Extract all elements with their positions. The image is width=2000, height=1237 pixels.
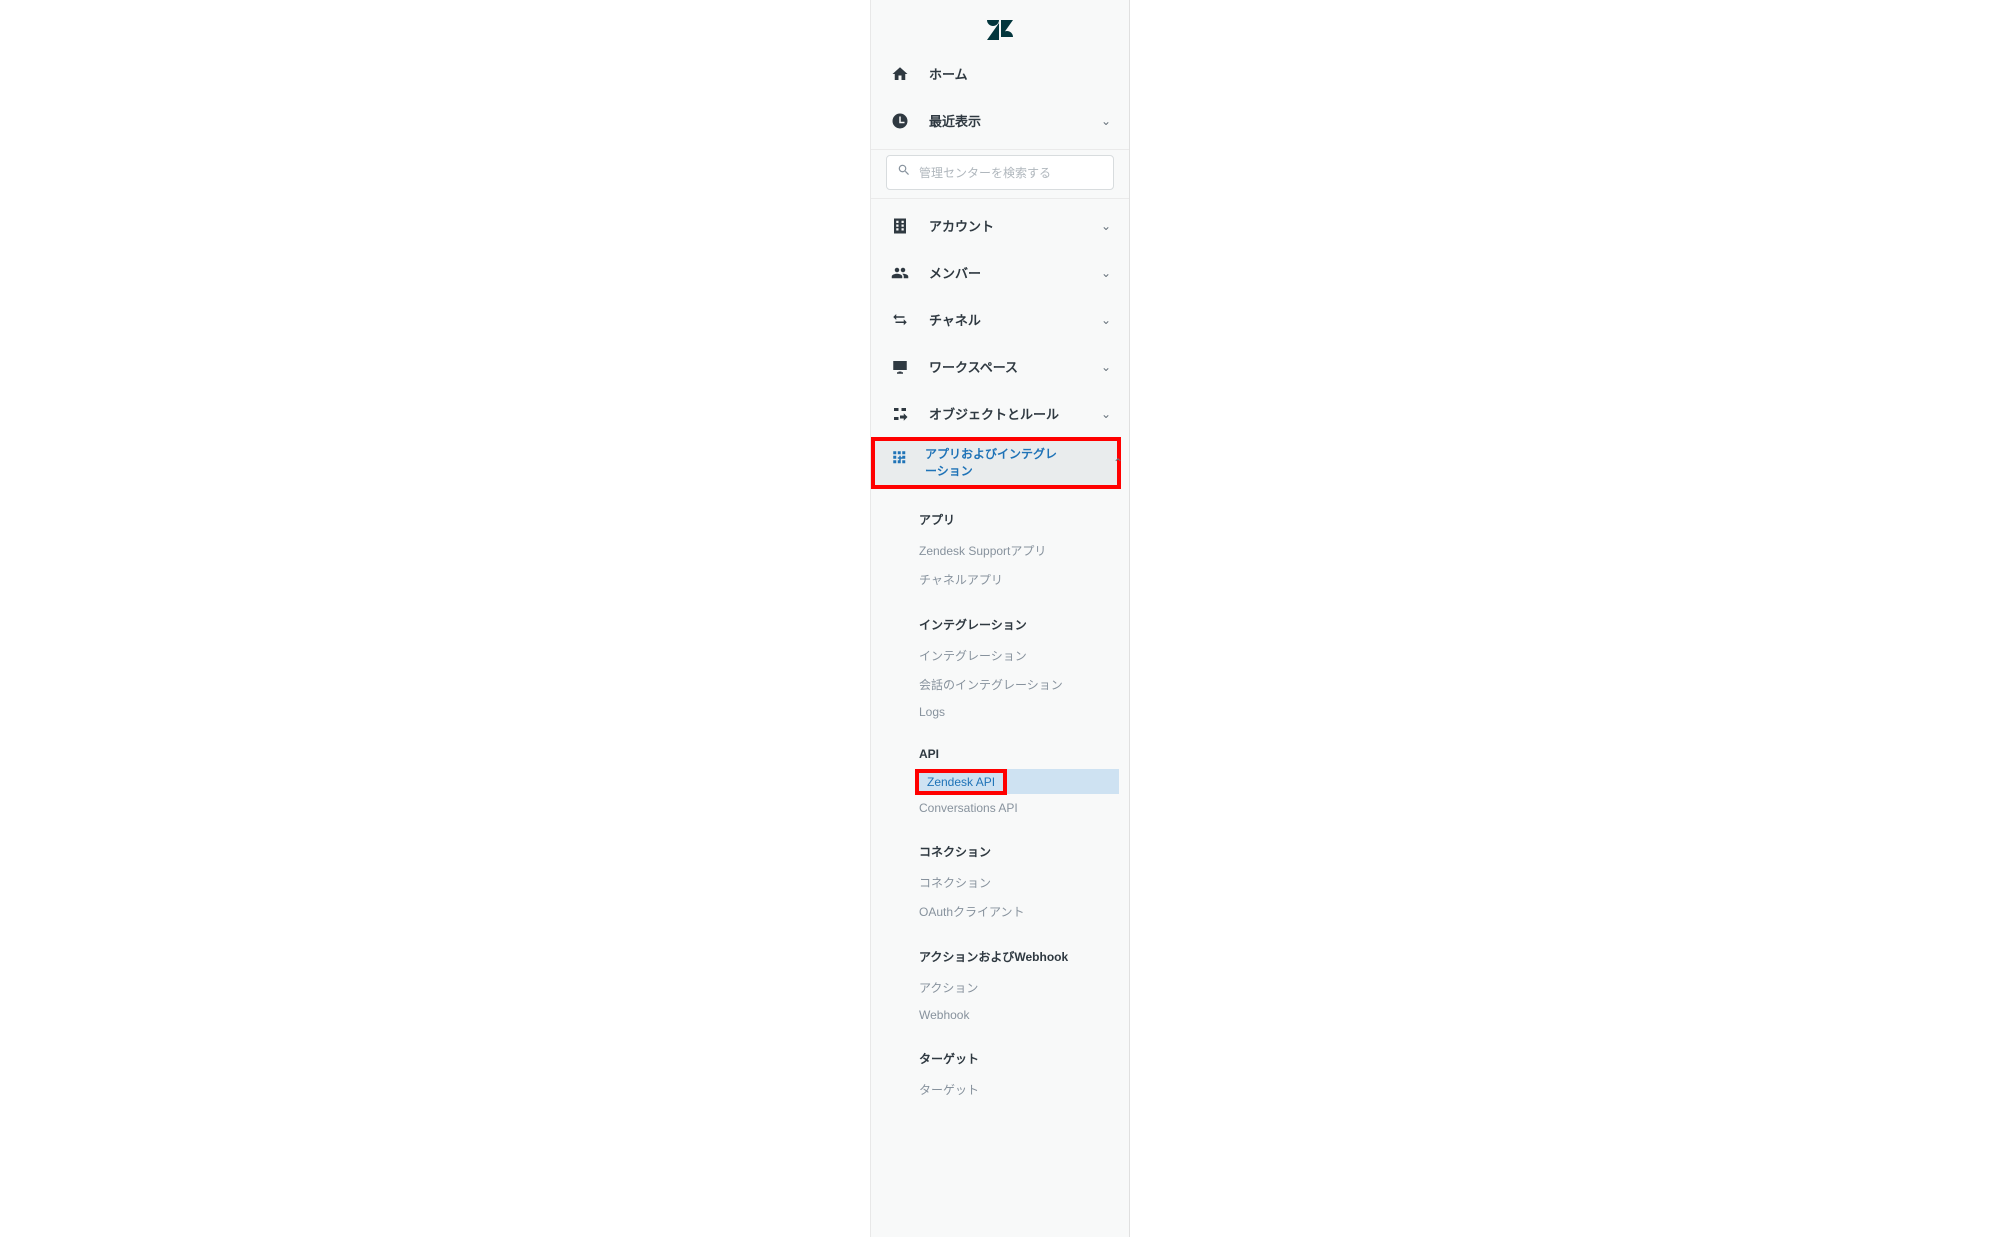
search-wrap [871,149,1129,199]
search-input[interactable] [919,166,1103,180]
nav-channels-label: チャネル [929,310,981,329]
sub-link-zendesk-api[interactable]: Zendesk API [919,773,1003,791]
sub-link-connections[interactable]: コネクション [871,868,1129,897]
sub-connections: コネクション コネクション OAuthクライアント [871,829,1129,934]
sub-link-targets[interactable]: ターゲット [871,1075,1129,1104]
sub-link-support-apps[interactable]: Zendesk Supportアプリ [871,536,1129,565]
sub-link-conversation-integrations[interactable]: 会話のインテグレーション [871,670,1129,699]
nav-workspace-label: ワークスペース [929,357,1018,376]
logo-area [871,0,1129,50]
nav-home[interactable]: ホーム [871,50,1129,97]
chevron-down-icon: ⌄ [1101,219,1111,233]
nav-recent[interactable]: 最近表示 ⌄ [871,97,1129,144]
active-tail [1007,769,1119,794]
building-icon [889,217,911,235]
sub-link-actions[interactable]: アクション [871,973,1129,1002]
sub-connections-head: コネクション [871,839,1129,868]
nav-workspace[interactable]: ワークスペース ⌄ [871,343,1129,390]
sub-apps: アプリ Zendesk Supportアプリ チャネルアプリ [871,489,1129,602]
nav-objects-rules[interactable]: オブジェクトとルール ⌄ [871,390,1129,437]
chevron-down-icon: ⌄ [1101,266,1111,280]
nav-recent-label: 最近表示 [929,111,981,130]
nav-section: アカウント ⌄ メンバー ⌄ チャネル ⌄ ワークスペース ⌄ [871,199,1129,1112]
flow-icon [889,405,911,423]
sub-targets-head: ターゲット [871,1046,1129,1075]
nav-apps-integrations[interactable]: アプリおよびインテグレーション ⌃ [871,437,1121,489]
sub-apps-head: アプリ [871,507,1129,536]
nav-members-label: メンバー [929,263,981,282]
sub-actions-webhook: アクションおよびWebhook アクション Webhook [871,934,1129,1036]
sub-integrations: インテグレーション インテグレーション 会話のインテグレーション Logs [871,602,1129,733]
chevron-down-icon: ⌄ [1101,114,1111,128]
monitor-icon [889,358,911,376]
search-icon [897,163,919,182]
chevron-down-icon: ⌄ [1101,360,1111,374]
sub-link-logs[interactable]: Logs [871,699,1129,725]
nav-channels[interactable]: チャネル ⌄ [871,296,1129,343]
nav-home-label: ホーム [929,64,968,83]
zendesk-logo-icon [987,20,1013,45]
arrows-icon [889,311,911,329]
sub-link-integrations[interactable]: インテグレーション [871,641,1129,670]
nav-account[interactable]: アカウント ⌄ [871,202,1129,249]
sub-link-oauth-clients[interactable]: OAuthクライアント [871,897,1129,926]
admin-sidebar: ホーム 最近表示 ⌄ アカウント ⌄ メンバー ⌄ [870,0,1130,1237]
sub-link-webhook[interactable]: Webhook [871,1002,1129,1028]
sub-link-conversations-api[interactable]: Conversations API [871,795,1129,821]
highlight-zendesk-api: Zendesk API [915,769,1007,795]
sub-targets: ターゲット ターゲット [871,1036,1129,1112]
apps-icon [889,446,911,467]
sub-integrations-head: インテグレーション [871,612,1129,641]
nav-apps-integrations-label: アプリおよびインテグレーション [925,446,1065,480]
chevron-up-icon: ⌃ [1113,456,1123,470]
sub-actions-webhook-head: アクションおよびWebhook [871,944,1129,973]
search-box[interactable] [886,155,1114,190]
chevron-down-icon: ⌄ [1101,313,1111,327]
nav-account-label: アカウント [929,216,994,235]
home-icon [889,65,911,83]
sub-api-head: API [871,743,1129,769]
clock-icon [889,112,911,130]
zendesk-api-row: Zendesk API [871,769,1119,795]
nav-members[interactable]: メンバー ⌄ [871,249,1129,296]
nav-objects-rules-label: オブジェクトとルール [929,404,1059,423]
sub-api: API Zendesk API Conversations API [871,733,1129,829]
people-icon [889,264,911,282]
chevron-down-icon: ⌄ [1101,407,1111,421]
sub-link-channel-apps[interactable]: チャネルアプリ [871,565,1129,594]
